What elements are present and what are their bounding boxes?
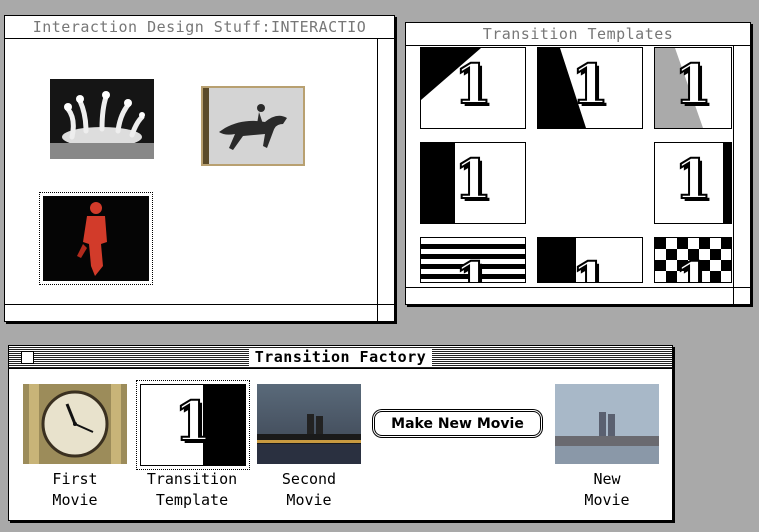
templates-grow-box[interactable] <box>733 287 750 304</box>
caption-line: Template <box>155 491 229 509</box>
caption-line: Second <box>281 470 337 488</box>
template-diagonal-wipe-gray[interactable]: 1 <box>654 47 732 129</box>
interaction-window-titlebar[interactable]: Interaction Design Stuff:INTERACTIO <box>5 16 394 39</box>
caption-line: Movie <box>584 491 630 509</box>
template-digit: 1 <box>673 146 713 212</box>
make-new-movie-button[interactable]: Make New Movie <box>374 411 541 436</box>
first-movie-caption: First Movie <box>23 469 127 511</box>
caption-line: First <box>52 470 98 488</box>
new-movie-caption: New Movie <box>555 469 659 511</box>
city-day-thumbnail[interactable] <box>555 384 659 464</box>
interaction-window-title: Interaction Design Stuff:INTERACTIO <box>32 18 367 36</box>
milk-splash-thumbnail[interactable] <box>50 79 154 159</box>
template-checkerboard[interactable]: 1 <box>654 237 732 283</box>
template-digit: 1 <box>673 249 713 283</box>
templates-horizontal-scrollbar[interactable] <box>406 287 750 304</box>
template-split-half[interactable]: 1 <box>537 237 643 283</box>
template-digit: 1 <box>173 388 213 454</box>
interaction-grow-box[interactable] <box>377 304 394 321</box>
template-digit: 1 <box>673 51 713 117</box>
interaction-horizontal-scrollbar[interactable] <box>5 304 394 321</box>
template-digit: 1 <box>453 51 493 117</box>
interaction-design-window: Interaction Design Stuff:INTERACTIO <box>4 15 395 322</box>
factory-window-title: Transition Factory <box>248 348 433 366</box>
template-diagonal-wipe-left[interactable]: 1 <box>420 47 526 129</box>
interaction-vertical-scrollbar[interactable] <box>377 39 394 304</box>
caption-line: Transition <box>146 470 238 488</box>
template-diagonal-wipe-center[interactable]: 1 <box>537 47 643 129</box>
selected-transition-template[interactable]: 1 <box>136 380 250 470</box>
horse-rider-thumbnail[interactable] <box>201 86 305 166</box>
caption-line: Movie <box>286 491 332 509</box>
template-digit: 1 <box>570 249 610 283</box>
clock-thumbnail[interactable] <box>23 384 127 464</box>
red-figure-thumbnail[interactable] <box>39 192 153 285</box>
template-horizontal-blinds[interactable]: 1 <box>420 237 526 283</box>
transition-template-caption: Transition Template <box>133 469 251 511</box>
caption-line: Movie <box>52 491 98 509</box>
templates-window-titlebar[interactable]: Transition Templates <box>406 23 750 46</box>
template-digit: 1 <box>453 249 493 283</box>
transition-factory-window: Transition Factory 1 Make New Movie Firs… <box>8 345 673 521</box>
templates-window-title: Transition Templates <box>482 25 674 43</box>
factory-window-titlebar[interactable]: Transition Factory <box>9 346 672 369</box>
city-night-thumbnail[interactable] <box>257 384 361 464</box>
caption-line: New <box>593 470 621 488</box>
template-split-right[interactable]: 1 <box>654 142 732 224</box>
close-box-icon[interactable] <box>21 351 34 364</box>
template-digit: 1 <box>453 146 493 212</box>
second-movie-caption: Second Movie <box>257 469 361 511</box>
template-split-left[interactable]: 1 <box>420 142 526 224</box>
templates-vertical-scrollbar[interactable] <box>733 46 750 287</box>
transition-templates-window: Transition Templates 1 1 1 1 1 1 1 1 <box>405 22 751 305</box>
template-digit: 1 <box>570 51 610 117</box>
